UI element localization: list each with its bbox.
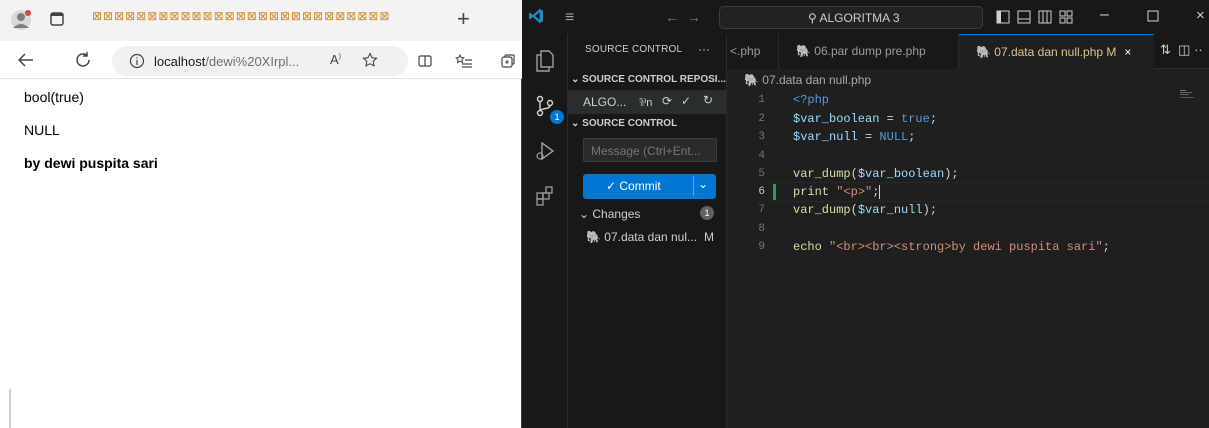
- code-line-5[interactable]: var_dump($var_boolean);: [793, 167, 959, 181]
- code-line-6[interactable]: print "<p>";: [793, 185, 881, 199]
- output-line-bool: bool(true): [24, 89, 84, 105]
- text-cursor: [879, 185, 881, 199]
- line-number: 8: [758, 223, 765, 235]
- toggle-panel-icon[interactable]: [1017, 10, 1031, 24]
- tab-actions-icon[interactable]: [49, 11, 65, 27]
- php-file-icon: 🐘: [744, 73, 763, 87]
- browser-page-content: [0, 80, 520, 428]
- refresh-icon[interactable]: ↻: [703, 93, 713, 107]
- sync-icon[interactable]: ⟳: [662, 94, 672, 108]
- branch-icon[interactable]: ⅌n: [639, 95, 652, 110]
- changed-file-item[interactable]: 🐘 07.data dan nul...: [586, 230, 697, 244]
- check-icon: ✓: [606, 179, 620, 193]
- close-tab-icon[interactable]: ×: [1124, 45, 1131, 59]
- info-icon[interactable]: [129, 53, 145, 69]
- commit-check-icon[interactable]: ✓: [681, 94, 691, 108]
- line-number: 9: [758, 241, 765, 253]
- tab-par-dump[interactable]: 🐘 06.par dump pre.php: [779, 34, 959, 69]
- chevron-down-icon: ⌄: [571, 74, 583, 85]
- commit-button-divider: [693, 176, 694, 196]
- profile-avatar-icon[interactable]: [10, 9, 32, 31]
- tab-data-null[interactable]: 🐘 07.data dan null.php M ×: [959, 34, 1154, 69]
- line-number: 5: [758, 168, 765, 180]
- search-icon: ⚲: [808, 11, 820, 25]
- output-line-author: by dewi puspita sari: [24, 155, 158, 171]
- php-file-icon: 🐘: [976, 45, 995, 59]
- scm-badge: 1: [550, 110, 564, 124]
- file-status-modified: M: [704, 230, 714, 244]
- vscode-logo-icon: [528, 8, 544, 24]
- maximize-icon[interactable]: [1147, 10, 1159, 22]
- compare-icon[interactable]: ⇅: [1160, 42, 1171, 57]
- chevron-down-icon: ⌄: [579, 207, 593, 221]
- output-line-null: NULL: [24, 122, 60, 138]
- split-editor-icon[interactable]: ◫: [1178, 42, 1190, 57]
- changes-group[interactable]: ⌄ Changes: [579, 207, 640, 221]
- minimize-icon[interactable]: –: [1100, 6, 1109, 24]
- sidebar-title: SOURCE CONTROL: [585, 44, 683, 55]
- url-text[interactable]: localhost/dewi%20XIrpl...: [154, 54, 299, 69]
- code-line-2[interactable]: $var_boolean = true;: [793, 112, 937, 126]
- customize-layout-icon[interactable]: [1059, 10, 1073, 24]
- favorite-star-icon[interactable]: [362, 52, 378, 68]
- commit-message-placeholder: Message (Ctrl+Ent...: [591, 144, 701, 158]
- repository-name[interactable]: ALGO...: [583, 95, 626, 109]
- line-number: 6: [758, 186, 765, 198]
- favorites-list-icon[interactable]: [455, 53, 473, 69]
- code-line-3[interactable]: $var_null = NULL;: [793, 130, 915, 144]
- nav-back-forward-icon[interactable]: ← →: [665, 9, 701, 25]
- page-scrollbar[interactable]: [9, 389, 11, 428]
- chevron-down-icon: ⌄: [571, 118, 583, 129]
- explorer-icon[interactable]: [535, 50, 555, 72]
- line-number: 3: [758, 131, 765, 143]
- toggle-sidebar-icon[interactable]: [996, 10, 1010, 24]
- run-debug-icon[interactable]: [535, 140, 555, 162]
- breadcrumb[interactable]: 🐘 07.data dan null.php: [744, 73, 871, 87]
- php-file-icon: 🐘: [796, 44, 815, 58]
- command-center-label[interactable]: ⚲ ALGORITMA 3: [808, 11, 900, 25]
- php-file-icon: 🐘: [586, 230, 605, 244]
- extensions-icon[interactable]: [535, 185, 555, 207]
- line-number: 4: [758, 150, 765, 162]
- activity-bar: [522, 34, 568, 428]
- more-actions-icon[interactable]: ···: [698, 42, 710, 56]
- editor-actions[interactable]: ⇅ ◫ ··: [1160, 42, 1203, 58]
- code-line-9[interactable]: echo "<br><br><strong>by dewi puspita sa…: [793, 240, 1110, 254]
- menu-icon[interactable]: ≡: [565, 9, 574, 27]
- commit-dropdown-icon[interactable]: ⌄: [698, 177, 708, 191]
- toggle-secondary-sidebar-icon[interactable]: [1038, 10, 1052, 24]
- collections-icon[interactable]: [500, 53, 516, 69]
- code-line-7[interactable]: var_dump($var_null);: [793, 203, 937, 217]
- source-control-section-header[interactable]: ⌄ SOURCE CONTROL: [571, 118, 677, 129]
- split-screen-icon[interactable]: [417, 53, 433, 69]
- changes-count-badge: 1: [700, 206, 714, 220]
- close-icon[interactable]: ×: [1196, 7, 1205, 24]
- line-number: 2: [758, 113, 765, 125]
- commit-button-label[interactable]: ✓ Commit: [606, 179, 661, 193]
- refresh-icon[interactable]: [74, 51, 92, 69]
- code-line-1[interactable]: <?php: [793, 93, 829, 107]
- repositories-section-header[interactable]: ⌄ SOURCE CONTROL REPOSI...: [571, 74, 726, 85]
- back-arrow-icon[interactable]: [17, 52, 35, 68]
- modified-line-gutter: [773, 184, 776, 200]
- line-number: 1: [758, 94, 765, 106]
- read-aloud-icon[interactable]: A): [330, 52, 341, 67]
- more-icon[interactable]: ··: [1194, 42, 1203, 57]
- new-tab-button[interactable]: +: [457, 6, 470, 32]
- line-number: 7: [758, 204, 765, 216]
- minimap[interactable]: [1180, 90, 1194, 100]
- browser-tab-title[interactable]: ⊠⊠⊠⊠⊠⊠⊠⊠⊠⊠⊠⊠⊠⊠⊠⊠⊠⊠⊠⊠⊠⊠⊠⊠⊠⊠⊠: [92, 9, 444, 33]
- tab-partial[interactable]: <.php: [727, 34, 779, 69]
